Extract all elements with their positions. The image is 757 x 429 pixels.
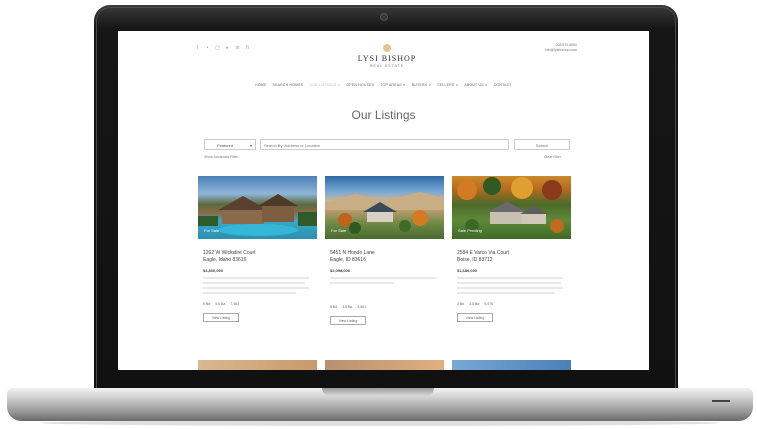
brand-name: LYSI BISHOP: [357, 54, 417, 63]
address-line2: Boise, ID 83712: [457, 257, 493, 263]
sort-select[interactable]: Featured ▾: [204, 139, 256, 150]
nav-sellers[interactable]: SELLERS ∨: [437, 83, 458, 87]
address-line1: 2584 E Varco Via Court: [457, 250, 510, 256]
listing-price: $3,800,000: [203, 268, 224, 273]
nav-buyers[interactable]: BUYERS ∨: [412, 83, 432, 87]
nav-search-homes[interactable]: SEARCH HOMES: [273, 83, 304, 87]
site-logo[interactable]: LYSI BISHOP REAL ESTATE: [351, 44, 423, 68]
listing-photo[interactable]: For Sale: [198, 176, 317, 239]
contact-email[interactable]: info@lysibishop.com: [545, 48, 577, 53]
nav-our-listings[interactable]: OUR LISTINGS ∨: [309, 83, 340, 87]
webcam-icon: [381, 14, 387, 20]
sqft-value: 5,476: [484, 302, 494, 306]
address-line1: 1262 W Wickstire Court: [203, 250, 256, 256]
listing-specs: 5 Bd 5.5 Ba 7,463: [203, 302, 317, 306]
status-badge: For Sale: [331, 228, 347, 233]
nav-home[interactable]: HOME: [255, 83, 266, 87]
listing-description: [330, 277, 436, 284]
listing-card: For Sale 5451 N Hondo Lane Eagle, ID 836…: [325, 176, 444, 325]
listing-price: $1,680,000: [457, 268, 478, 273]
youtube-icon[interactable]: ▸: [225, 45, 230, 51]
listing-address[interactable]: 2584 E Varco Via Court Boise, ID 83712: [457, 250, 571, 264]
address-line2: Eagle, Idaho 83616: [203, 257, 247, 263]
twitter-icon[interactable]: •: [205, 45, 210, 51]
listing-price: $2,098,000: [330, 268, 351, 273]
brand-tagline: REAL ESTATE: [369, 64, 405, 68]
view-listing-button[interactable]: View Listing: [457, 313, 493, 322]
instagram-icon[interactable]: ▢: [215, 45, 220, 51]
laptop-notch: [322, 388, 434, 396]
website-screen: f • ▢ ▸ in h LYSI BISHOP REAL ESTATE 208…: [118, 31, 649, 370]
listing-specs: 5 Bd 3.5 Ba 3,961: [330, 305, 444, 309]
houzz-icon[interactable]: h: [245, 45, 250, 51]
address-line2: Eagle, ID 83616: [330, 257, 366, 263]
nav-contact[interactable]: CONTACT: [494, 83, 512, 87]
advanced-filter-link[interactable]: Show Advanced Filter: [204, 155, 238, 159]
listing-photo[interactable]: Sale Pending: [452, 176, 571, 239]
listing-description: [203, 277, 309, 294]
clear-filter-link[interactable]: Clear Filter: [544, 155, 561, 159]
address-line1: 5451 N Hondo Lane: [330, 250, 375, 256]
listing-address[interactable]: 1262 W Wickstire Court Eagle, Idaho 8361…: [203, 250, 317, 264]
contact-info: 208.870.8000 info@lysibishop.com: [545, 43, 577, 53]
sort-select-value: Featured: [217, 143, 234, 148]
listing-address[interactable]: 5451 N Hondo Lane Eagle, ID 83616: [330, 250, 444, 264]
social-links: f • ▢ ▸ in h: [195, 45, 250, 51]
sqft-value: 7,463: [230, 302, 240, 306]
nav-top-areas[interactable]: TOP AREAS ∨: [380, 83, 405, 87]
chevron-down-icon: ▾: [249, 143, 252, 148]
listing-photo-next[interactable]: [198, 360, 317, 370]
baths-value: 3.5 Ba: [469, 302, 480, 306]
beds-value: 5 Bd: [203, 302, 211, 306]
view-listing-button[interactable]: View Listing: [330, 316, 366, 325]
status-badge: For Sale: [204, 228, 220, 233]
listing-photo-next[interactable]: [452, 360, 571, 370]
listing-card: For Sale 1262 W Wickstire Court Eagle, I…: [198, 176, 317, 322]
baths-value: 3.5 Ba: [342, 305, 353, 309]
view-listing-button[interactable]: View Listing: [203, 313, 239, 322]
baths-value: 5.5 Ba: [215, 302, 226, 306]
linkedin-icon[interactable]: in: [235, 45, 240, 51]
listing-photo-next[interactable]: [325, 360, 444, 370]
status-badge: Sale Pending: [458, 228, 482, 233]
listing-card: Sale Pending 2584 E Varco Via Court Bois…: [452, 176, 571, 322]
facebook-icon[interactable]: f: [195, 45, 200, 51]
listing-description: [457, 277, 563, 294]
page-title: Our Listings: [351, 108, 416, 122]
sqft-value: 3,961: [357, 305, 367, 309]
laptop-indicator: [712, 400, 730, 402]
nav-open-houses[interactable]: OPEN HOUSES: [346, 83, 374, 87]
logo-emblem-icon: [383, 44, 391, 52]
listing-filter-bar: Featured ▾ Search By: Address or Locatio…: [204, 139, 570, 152]
main-nav: HOME SEARCH HOMES OUR LISTINGS ∨ OPEN HO…: [118, 83, 649, 87]
beds-value: 5 Bd: [330, 305, 338, 309]
beds-value: 4 Bd: [457, 302, 465, 306]
nav-about-us[interactable]: ABOUT US ∨: [464, 83, 487, 87]
search-input[interactable]: Search By: Address or Location: [260, 139, 509, 150]
listing-specs: 4 Bd 3.5 Ba 5,476: [457, 302, 571, 306]
search-button[interactable]: Search: [514, 139, 570, 150]
listing-photo[interactable]: For Sale: [325, 176, 444, 239]
